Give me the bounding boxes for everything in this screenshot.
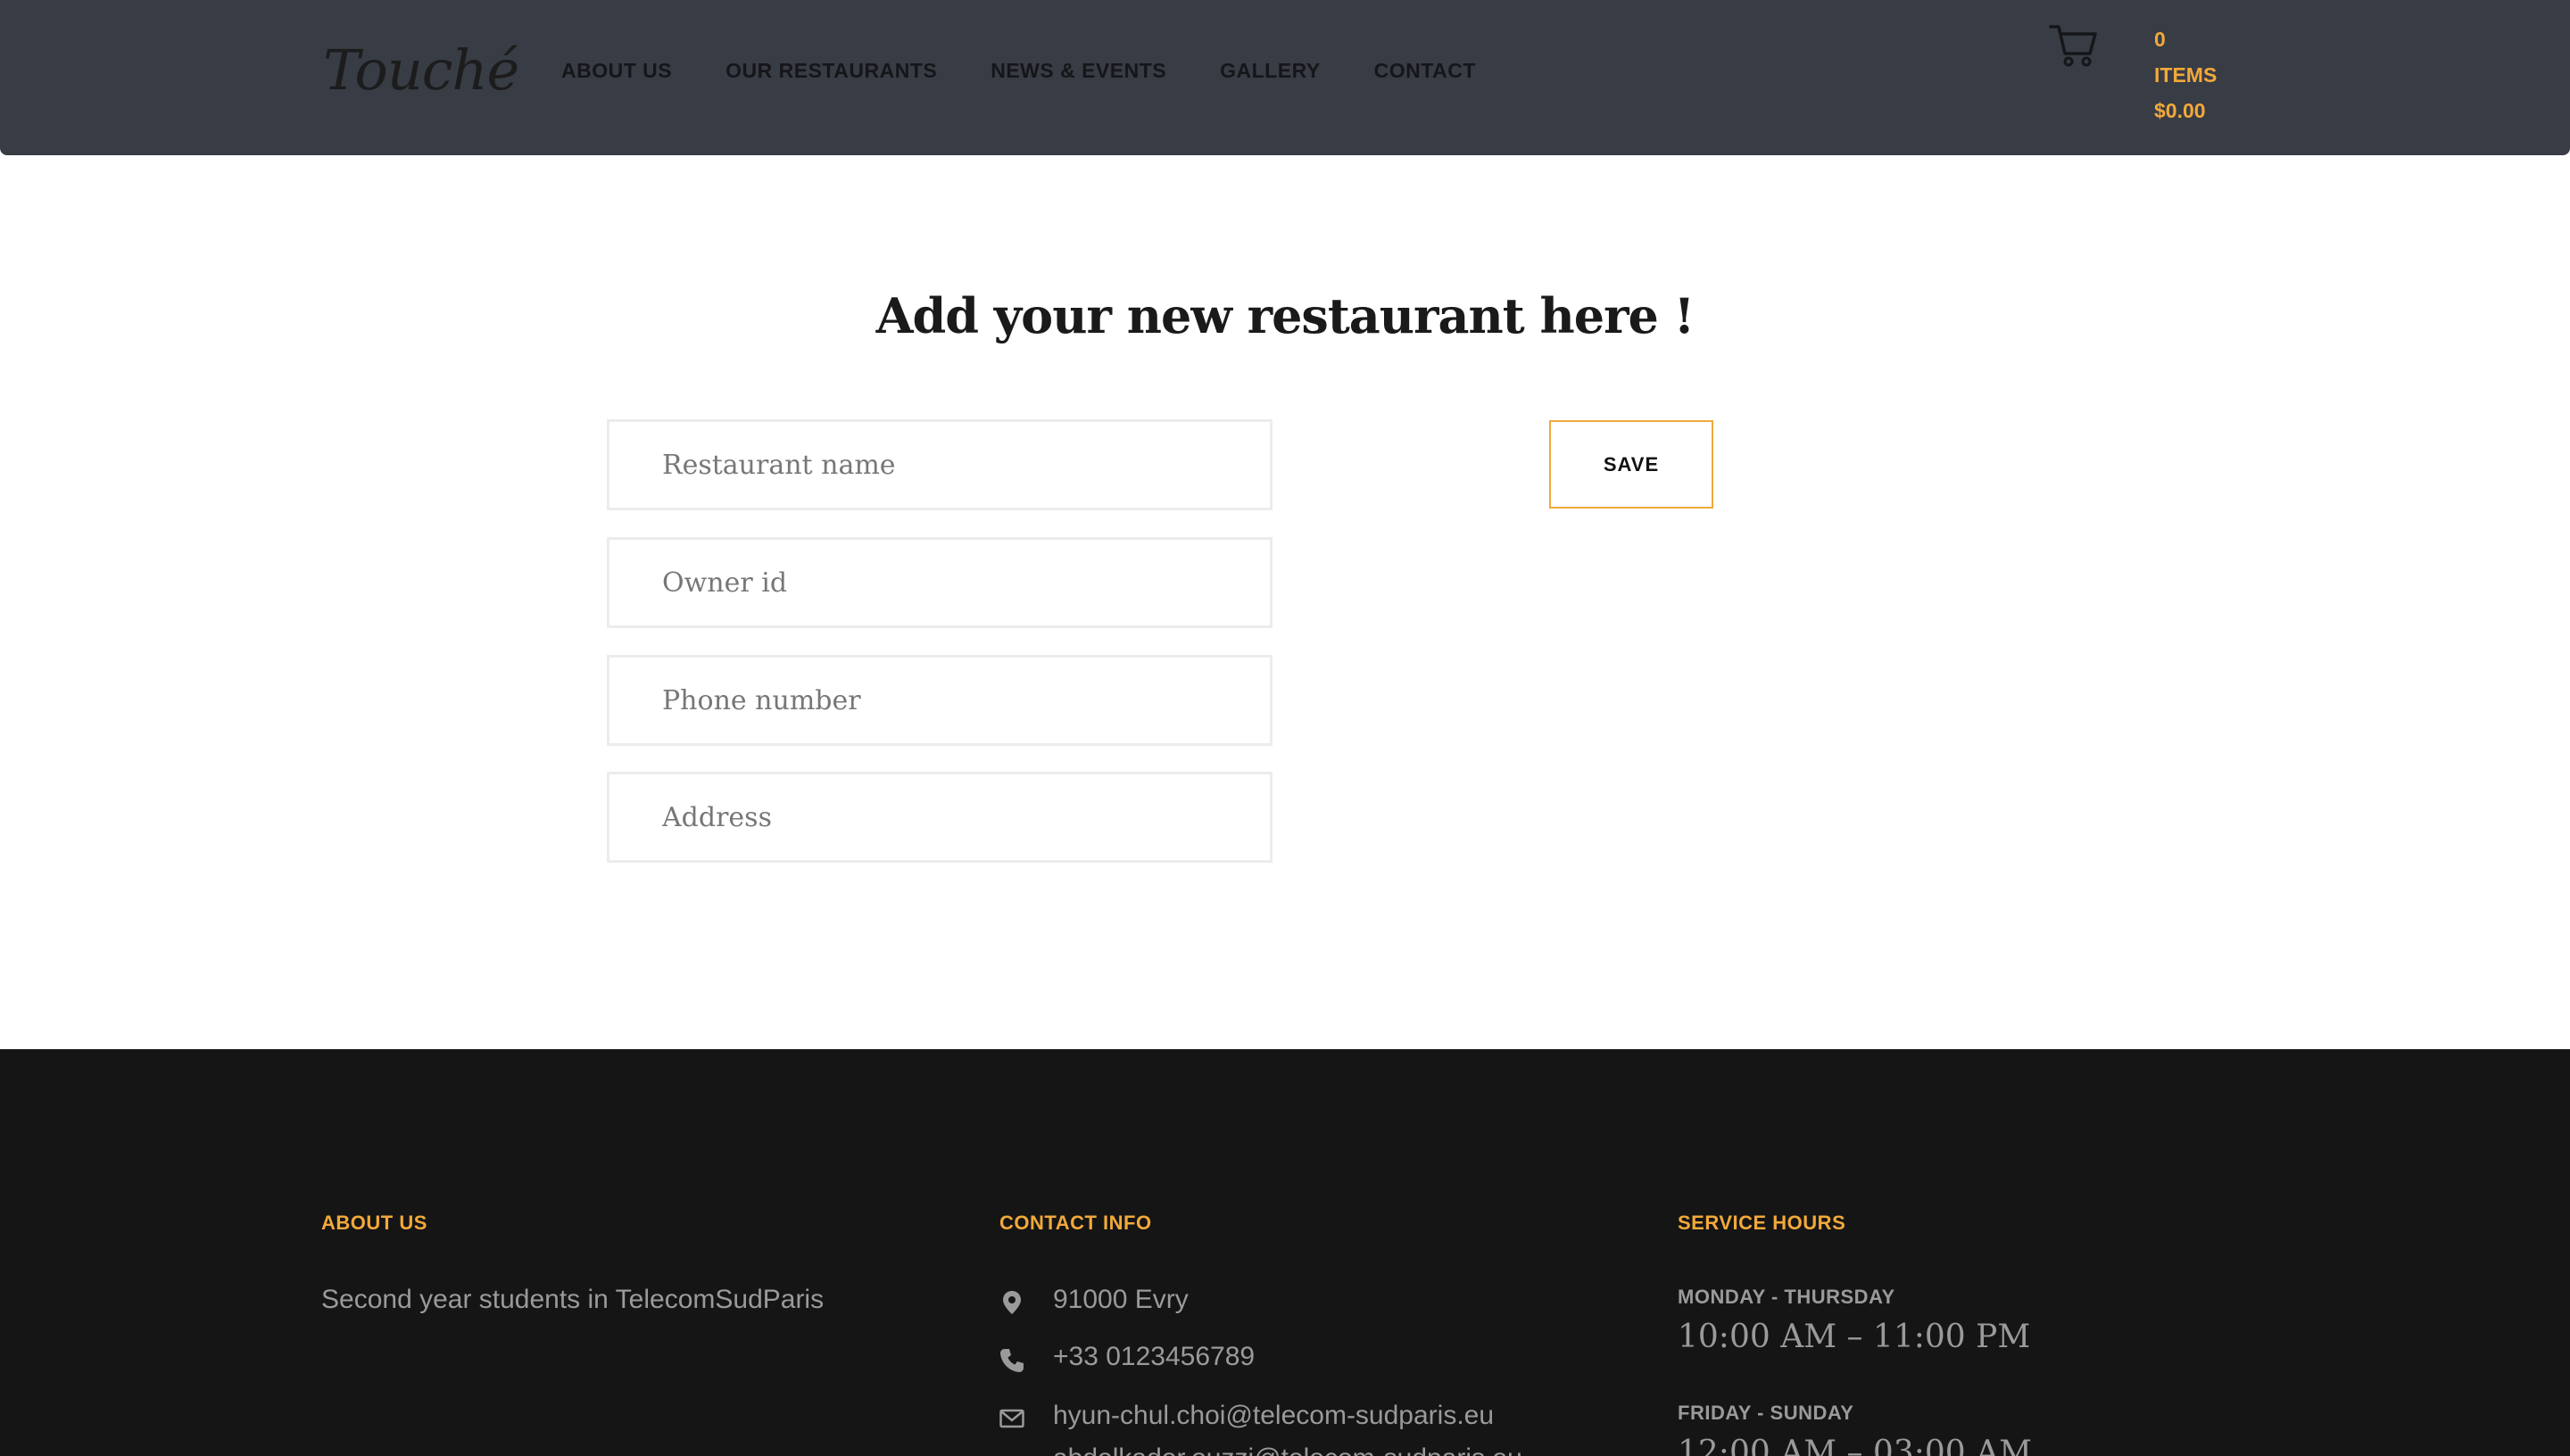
address-input[interactable] <box>607 772 1273 863</box>
map-pin-icon <box>1003 1291 1021 1314</box>
envelope-icon <box>999 1409 1024 1428</box>
weekend-label: FRIDAY - SUNDAY <box>1678 1402 1854 1424</box>
footer-email-2[interactable]: abdelkader.ouzzi@telecom-sudparis.eu <box>1053 1444 1522 1456</box>
weekend-hours: 12:00 AM – 03:00 AM <box>1678 1435 2032 1456</box>
footer-email[interactable]: hyun-chul.choi@telecom-sudparis.eu <box>1053 1401 1494 1431</box>
footer-about-text: Second year students in TelecomSudParis <box>321 1285 825 1314</box>
site-footer: ABOUT US Second year students in Telecom… <box>0 1049 2570 1456</box>
restaurant-name-input[interactable] <box>607 419 1273 510</box>
weekday-label: MONDAY - THURSDAY <box>1678 1286 1895 1308</box>
footer-contact-heading: CONTACT INFO <box>999 1212 1152 1234</box>
nav-about-us[interactable]: ABOUT US <box>561 59 672 83</box>
phone-icon <box>1000 1349 1024 1372</box>
cart-summary[interactable]: 0 ITEMS $0.00 <box>2154 21 2217 128</box>
site-logo[interactable]: Touché <box>323 37 519 103</box>
cart-total: $0.00 <box>2154 99 2206 122</box>
nav-our-restaurants[interactable]: OUR RESTAURANTS <box>725 59 937 83</box>
site-header: Touché ABOUT US OUR RESTAURANTS NEWS & E… <box>0 0 2570 155</box>
cart-icon[interactable] <box>2049 21 2099 68</box>
phone-number-input[interactable] <box>607 655 1273 746</box>
main-nav: ABOUT US OUR RESTAURANTS NEWS & EVENTS G… <box>561 59 1530 83</box>
owner-id-input[interactable] <box>607 537 1273 628</box>
footer-address: 91000 Evry <box>1053 1285 1189 1314</box>
weekday-hours: 10:00 AM – 11:00 PM <box>1678 1319 2031 1355</box>
footer-hours-heading: SERVICE HOURS <box>1678 1212 1846 1234</box>
nav-gallery[interactable]: GALLERY <box>1220 59 1321 83</box>
footer-about-heading: ABOUT US <box>321 1212 427 1234</box>
nav-contact[interactable]: CONTACT <box>1374 59 1476 83</box>
cart-items-label: ITEMS <box>2154 63 2218 87</box>
footer-phone[interactable]: +33 0123456789 <box>1053 1342 1255 1372</box>
page-title: Add your new restaurant here ! <box>875 287 1695 344</box>
save-button[interactable]: SAVE <box>1549 420 1713 509</box>
cart-count: 0 <box>2154 28 2166 51</box>
nav-news-events[interactable]: NEWS & EVENTS <box>991 59 1166 83</box>
